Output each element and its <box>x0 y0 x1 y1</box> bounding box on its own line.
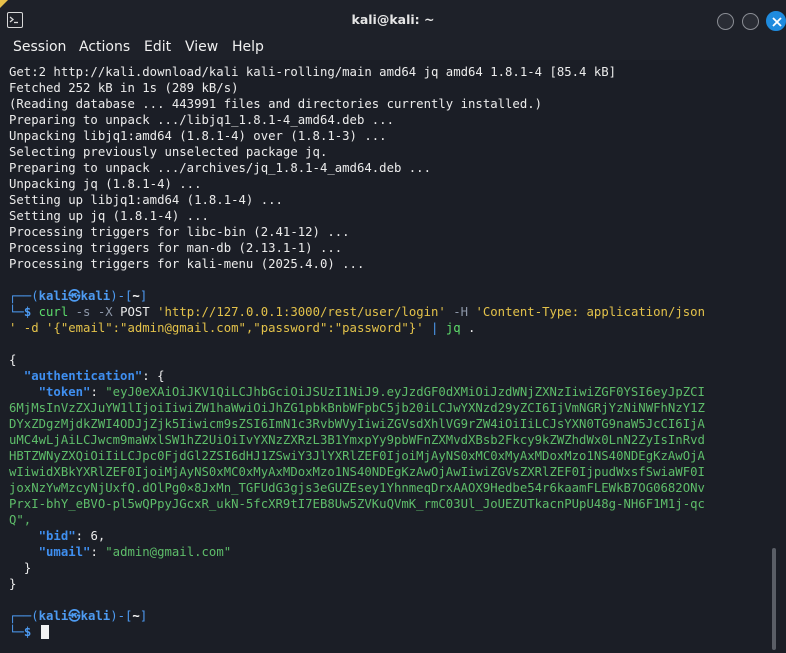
window-title: kali@kali: ~ <box>351 12 435 27</box>
close-icon <box>772 17 782 27</box>
prompt-user: kali <box>38 289 69 303</box>
json-token-wrap: wIiwidXBkYXRlZEF0IjoiMjAyNS0xMC0xMyAxMDo… <box>9 465 705 479</box>
json-key: "bid" <box>38 529 76 543</box>
json-key: "authentication" <box>23 369 143 383</box>
text-cursor <box>41 625 49 639</box>
terminal-output[interactable]: Get:2 http://kali.download/kali kali-rol… <box>0 60 786 653</box>
prompt-host: kali <box>80 289 111 303</box>
output-line: Selecting previously unselected package … <box>9 145 328 159</box>
title-bar: kali@kali: ~ <box>0 0 786 36</box>
prompt-dir: ~ <box>132 289 140 303</box>
command-line: └─$ curl -s -X POST 'http://127.0.0.1:30… <box>9 304 705 320</box>
menu-session[interactable]: Session <box>13 39 66 55</box>
output-line: Preparing to unpack .../archives/jq_1.8.… <box>9 161 431 175</box>
json-token-wrap: HBTZWNyZXQiOiIiLCJpc0FjdGl2ZSI6dHJ1ZSwiY… <box>9 449 705 463</box>
menu-bar: Session Actions Edit View Help <box>0 36 786 60</box>
maximize-button[interactable] <box>742 13 759 30</box>
json-token-wrap: DYxZDgzMjdkZWI4ODJjZjk5Iiwicm9sZSI6ImN1c… <box>9 417 705 431</box>
command-filter: . <box>460 321 476 335</box>
scrollbar[interactable] <box>772 548 776 650</box>
prompt-bracket: ┌──( <box>9 609 39 623</box>
prompt-dir: ~ <box>132 609 140 623</box>
json-key: "umail" <box>38 545 91 559</box>
json-punct: : { <box>142 369 165 383</box>
prompt-line: ┌──(kali㉿kali)-[~] <box>9 288 147 304</box>
json-token-wrap: PrxI-bhY_eBVO-pl5wQPpyJGcxR_ukN-5fcXR9tI… <box>9 497 705 511</box>
prompt-bracket: ] <box>139 609 148 623</box>
command-method: POST <box>120 305 150 319</box>
json-token-wrap: joxNzYwMzcyNjUxfQ.dOlPg0×8JxMn_TGFUdG3gj… <box>9 481 705 495</box>
output-line: Unpacking libjq1:amd64 (1.8.1-4) over (1… <box>9 129 387 143</box>
prompt-bracket: )-[ <box>110 289 133 303</box>
output-line: Setting up libjq1:amd64 (1.8.1-4) ... <box>9 193 283 207</box>
json-umail-value: "admin@gmail.com" <box>105 545 232 559</box>
output-line: Preparing to unpack .../libjq1_1.8.1-4_a… <box>9 113 394 127</box>
menu-actions[interactable]: Actions <box>79 39 130 55</box>
prompt-host: kali <box>80 609 111 623</box>
output-line: Get:2 http://kali.download/kali kali-rol… <box>9 65 617 79</box>
json-umail-line: "umail": "admin@gmail.com" <box>38 545 232 559</box>
menu-view[interactable]: View <box>185 39 218 55</box>
command-url: 'http://127.0.0.1:3000/rest/user/login' <box>149 305 446 319</box>
output-line: Processing triggers for man-db (2.13.1-1… <box>9 241 343 255</box>
command-line-continuation: ' -d '{"email":"admin@gmail.com","passwo… <box>9 320 475 336</box>
prompt-corner: └─ <box>9 625 24 639</box>
prompt-user: kali <box>38 609 69 623</box>
json-bid-line: "bid": 6, <box>38 529 106 543</box>
command-body: {"email":"admin@gmail.com","password":"p… <box>53 321 417 335</box>
prompt-at-icon: ㉿ <box>68 609 81 623</box>
prompt-symbol: $ <box>23 625 32 639</box>
json-token-line: "token": "eyJ0eXAiOiJKV1QiLCJhbGciOiJSUz… <box>38 385 705 399</box>
json-key: "token" <box>38 385 91 399</box>
prompt-corner: └─ <box>9 305 24 319</box>
output-line: Fetched 252 kB in 1s (289 kB/s) <box>9 81 239 95</box>
json-token-wrap: Q", <box>9 513 32 527</box>
prompt-at-icon: ㉿ <box>68 289 81 303</box>
command-program: curl <box>38 305 69 319</box>
command-flag: -H <box>445 305 476 319</box>
command-flags: -s -X <box>68 305 121 319</box>
output-line: Processing triggers for libc-bin (2.41-1… <box>9 225 350 239</box>
json-auth-line: "authentication": { <box>9 368 165 384</box>
json-token-value: "eyJ0eXAiOiJKV1QiLCJhbGciOiJSUzI1NiJ9.ey… <box>105 385 705 399</box>
prompt-bracket: )-[ <box>110 609 133 623</box>
command-arg: ' -d ' <box>9 321 54 335</box>
json-inner-close: } <box>9 560 31 576</box>
output-line: Processing triggers for kali-menu (2025.… <box>9 257 365 271</box>
command-pipe-program: jq <box>445 321 461 335</box>
output-line: Setting up jq (1.8.1-4) ... <box>9 209 209 223</box>
close-button[interactable] <box>766 11 786 31</box>
json-outer-close: } <box>9 577 17 591</box>
menu-help[interactable]: Help <box>232 39 264 55</box>
prompt-bracket: ] <box>139 289 148 303</box>
command-pipe: | <box>423 321 446 335</box>
json-open-brace: { <box>9 353 17 367</box>
json-token-wrap: 6MjMsInVzZXJuYW1lIjoiIiwiZW1haWwiOiJhZG1… <box>9 401 705 415</box>
command-arg: ' <box>416 321 424 335</box>
json-token-wrap: uMC4wLjAiLCJwcm9maWxlSW1hZ2UiOiIvYXNzZXR… <box>9 433 705 447</box>
json-bid-value: 6, <box>90 529 106 543</box>
output-line: Unpacking jq (1.8.1-4) ... <box>9 177 202 191</box>
menu-edit[interactable]: Edit <box>144 39 171 55</box>
command-header: 'Content-Type: application/json <box>475 305 705 319</box>
minimize-button[interactable] <box>717 13 734 30</box>
prompt-line: ┌──(kali㉿kali)-[~] <box>9 608 147 624</box>
prompt-bracket: ┌──( <box>9 289 39 303</box>
input-line[interactable]: └─$ <box>9 624 31 640</box>
json-brace: } <box>23 561 32 575</box>
output-line: (Reading database ... 443991 files and d… <box>9 97 543 111</box>
